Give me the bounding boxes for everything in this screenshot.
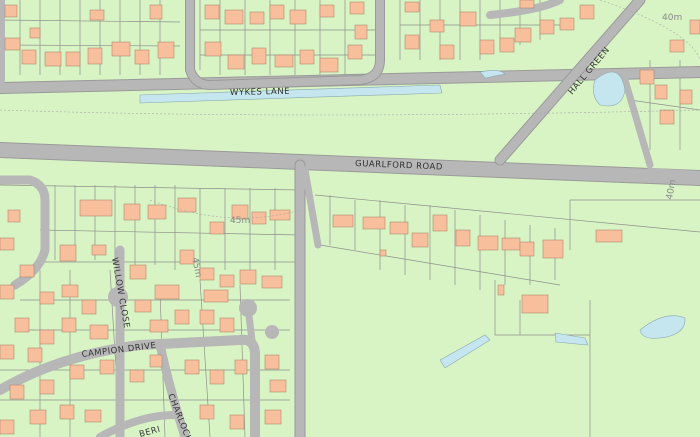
contour-label-40-top: 40m bbox=[662, 13, 682, 23]
map-view[interactable]: WYKES LANE GUARLFORD ROAD HALL GREEN WIL… bbox=[0, 0, 700, 437]
label-wykes-lane: WYKES LANE bbox=[230, 87, 290, 98]
map-canvas[interactable]: WYKES LANE GUARLFORD ROAD HALL GREEN WIL… bbox=[0, 0, 700, 437]
contour-label-45-mid: 45m bbox=[230, 216, 250, 226]
